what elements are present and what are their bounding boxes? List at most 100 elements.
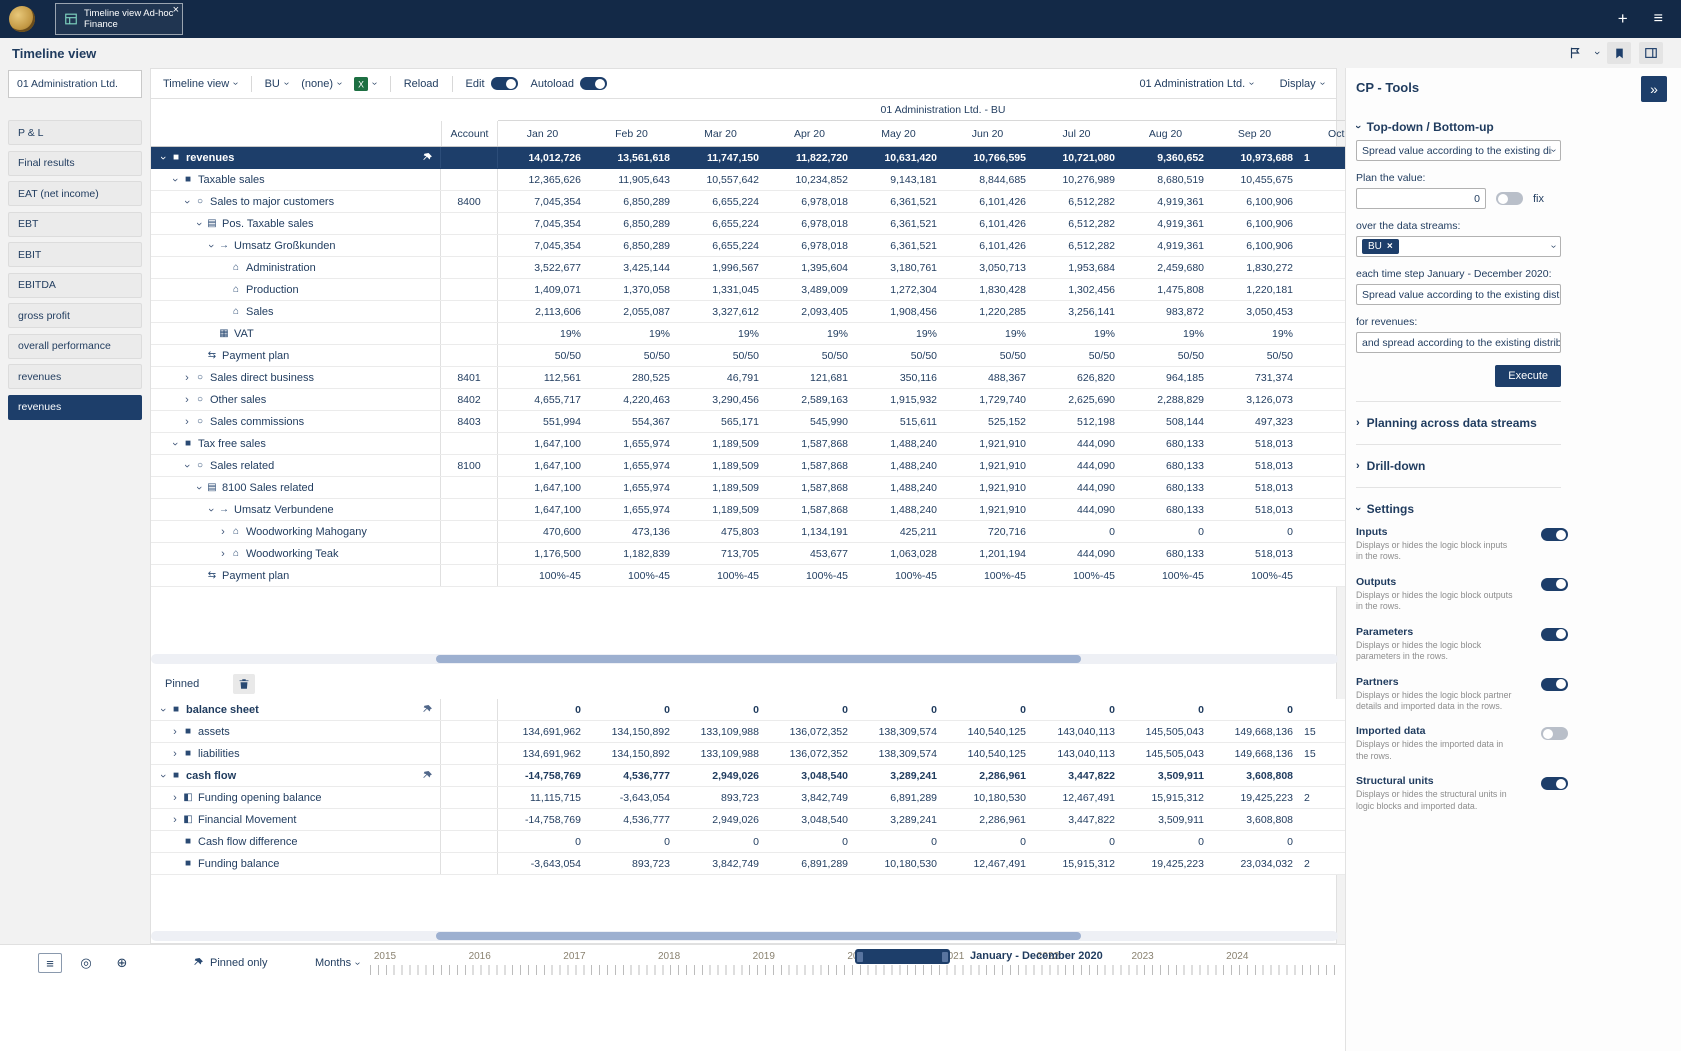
value-cell[interactable]: 10,455,675: [1210, 169, 1299, 190]
horizontal-scrollbar[interactable]: [151, 931, 1338, 941]
value-cell[interactable]: 1,647,100: [498, 499, 587, 520]
value-cell[interactable]: 1,655,974: [587, 499, 676, 520]
value-cell[interactable]: 1,915,932: [854, 389, 943, 410]
value-cell[interactable]: 280,525: [587, 367, 676, 388]
value-cell[interactable]: 100%-45: [765, 565, 854, 586]
value-cell[interactable]: 626,820: [1032, 367, 1121, 388]
expand-chevron-icon[interactable]: ›: [181, 394, 193, 406]
expand-chevron-icon[interactable]: ›: [169, 792, 181, 804]
flag-icon[interactable]: [1563, 42, 1587, 64]
company-selector[interactable]: 01 Administration Ltd.: [8, 70, 142, 98]
value-cell[interactable]: 11,747,150: [676, 147, 765, 168]
value-cell[interactable]: 19%: [765, 323, 854, 344]
value-cell[interactable]: 3,842,749: [676, 853, 765, 874]
value-cell[interactable]: 1,488,240: [854, 455, 943, 476]
value-cell[interactable]: 512,198: [1032, 411, 1121, 432]
value-cell[interactable]: 19%: [943, 323, 1032, 344]
value-cell[interactable]: 680,133: [1121, 543, 1210, 564]
value-cell[interactable]: 19%: [854, 323, 943, 344]
sidebar-item-eat-net-income[interactable]: EAT (net income): [8, 181, 142, 206]
sidebar-item-ebt[interactable]: EBT: [8, 211, 142, 237]
value-cell[interactable]: 2,949,026: [676, 765, 765, 786]
document-tab[interactable]: Timeline view Ad-hoc Finance ×: [55, 3, 183, 35]
value-cell[interactable]: 0: [1210, 831, 1299, 852]
value-cell[interactable]: 1,409,071: [498, 279, 587, 300]
view-dropdown[interactable]: Timeline view ›: [163, 78, 241, 90]
value-cell[interactable]: 525,152: [943, 411, 1032, 432]
value-cell[interactable]: 1,201,194: [943, 543, 1032, 564]
value-cell[interactable]: 0: [854, 699, 943, 720]
sidebar-item-overall-performance[interactable]: overall performance: [8, 333, 142, 359]
value-cell[interactable]: -3,643,054: [498, 853, 587, 874]
value-cell[interactable]: 1,953,684: [1032, 257, 1121, 278]
value-cell[interactable]: 3,608,808: [1210, 765, 1299, 786]
value-cell[interactable]: 2,286,961: [943, 765, 1032, 786]
table-row[interactable]: ■ Cash flow difference 0 0 0 0 0 0 0 0 0: [151, 831, 1388, 853]
collapse-chevron-icon[interactable]: ›: [157, 770, 169, 782]
value-cell[interactable]: 1,830,428: [943, 279, 1032, 300]
value-cell[interactable]: 6,100,906: [1210, 235, 1299, 256]
value-cell[interactable]: 3,447,822: [1032, 765, 1121, 786]
value-cell[interactable]: 50/50: [943, 345, 1032, 366]
value-cell[interactable]: 19%: [498, 323, 587, 344]
scrollbar-thumb[interactable]: [436, 932, 1081, 940]
value-cell[interactable]: 10,766,595: [943, 147, 1032, 168]
value-cell[interactable]: 713,705: [676, 543, 765, 564]
value-cell[interactable]: 134,150,892: [587, 743, 676, 764]
value-cell[interactable]: 10,180,530: [854, 853, 943, 874]
value-cell[interactable]: 1,395,604: [765, 257, 854, 278]
value-cell[interactable]: 6,978,018: [765, 191, 854, 212]
value-cell[interactable]: 3,509,911: [1121, 765, 1210, 786]
value-cell[interactable]: 1,488,240: [854, 477, 943, 498]
value-cell[interactable]: 518,013: [1210, 477, 1299, 498]
table-row[interactable]: › ▤ Pos. Taxable sales 7,045,354 6,850,289 6,…: [151, 213, 1388, 235]
value-cell[interactable]: 1,220,285: [943, 301, 1032, 322]
month-column-header[interactable]: Jan 20: [498, 121, 587, 146]
value-cell[interactable]: 145,505,043: [1121, 743, 1210, 764]
value-cell[interactable]: 444,090: [1032, 455, 1121, 476]
value-cell[interactable]: 19,425,223: [1210, 787, 1299, 808]
value-cell[interactable]: 0: [765, 831, 854, 852]
value-cell[interactable]: 140,540,125: [943, 743, 1032, 764]
month-column-header[interactable]: Jun 20: [943, 121, 1032, 146]
table-row[interactable]: › ■ revenues 14,012,726 13,561,618 11,747,150…: [151, 147, 1388, 169]
value-cell[interactable]: 1,655,974: [587, 433, 676, 454]
value-cell[interactable]: 134,691,962: [498, 721, 587, 742]
sidebar-item-p-l[interactable]: P & L: [8, 120, 142, 145]
value-cell[interactable]: 6,850,289: [587, 191, 676, 212]
none-dropdown[interactable]: (none) ›: [301, 78, 345, 90]
collapse-chevron-icon[interactable]: ›: [181, 196, 193, 208]
table-row[interactable]: › ○ Other sales 8402 4,655,717 4,220,463 3,290…: [151, 389, 1388, 411]
table-row[interactable]: › ▤ 8100 Sales related 1,647,100 1,655,974 1,…: [151, 477, 1388, 499]
value-cell[interactable]: 964,185: [1121, 367, 1210, 388]
globe-icon[interactable]: ⊕: [110, 953, 134, 973]
value-cell[interactable]: 983,872: [1121, 301, 1210, 322]
expand-chevron-icon[interactable]: ›: [217, 548, 229, 560]
side-panel-icon[interactable]: [1639, 42, 1663, 64]
interval-dropdown[interactable]: Months ›: [315, 953, 363, 973]
value-cell[interactable]: 6,512,282: [1032, 191, 1121, 212]
table-row[interactable]: › → Umsatz Großkunden 7,045,354 6,850,289 6,6…: [151, 235, 1388, 257]
value-cell[interactable]: 1,729,740: [943, 389, 1032, 410]
month-column-header[interactable]: Apr 20: [765, 121, 854, 146]
value-cell[interactable]: 7,045,354: [498, 191, 587, 212]
month-column-header[interactable]: Aug 20: [1121, 121, 1210, 146]
value-cell[interactable]: 8,844,685: [943, 169, 1032, 190]
app-logo[interactable]: [9, 6, 35, 32]
value-cell[interactable]: 1,908,456: [854, 301, 943, 322]
value-cell[interactable]: 12,365,626: [498, 169, 587, 190]
fix-toggle[interactable]: [1496, 192, 1523, 205]
value-cell[interactable]: 0: [1032, 699, 1121, 720]
value-cell[interactable]: 11,905,643: [587, 169, 676, 190]
value-cell[interactable]: -14,758,769: [498, 809, 587, 830]
horizontal-scrollbar[interactable]: [151, 654, 1338, 664]
table-row[interactable]: › ■ balance sheet 0 0 0 0 0 0 0 0 0: [151, 699, 1388, 721]
collapse-chevron-icon[interactable]: ›: [181, 460, 193, 472]
table-row[interactable]: › ■ assets 134,691,962 134,150,892 133,109,98…: [151, 721, 1388, 743]
collapse-chevron-icon[interactable]: ›: [205, 240, 217, 252]
month-column-header[interactable]: Sep 20: [1210, 121, 1299, 146]
expand-chevron-icon[interactable]: ›: [181, 416, 193, 428]
collapse-chevron-icon[interactable]: ›: [169, 438, 181, 450]
sidebar-item-ebitda[interactable]: EBITDA: [8, 272, 142, 298]
value-cell[interactable]: 2,093,405: [765, 301, 854, 322]
